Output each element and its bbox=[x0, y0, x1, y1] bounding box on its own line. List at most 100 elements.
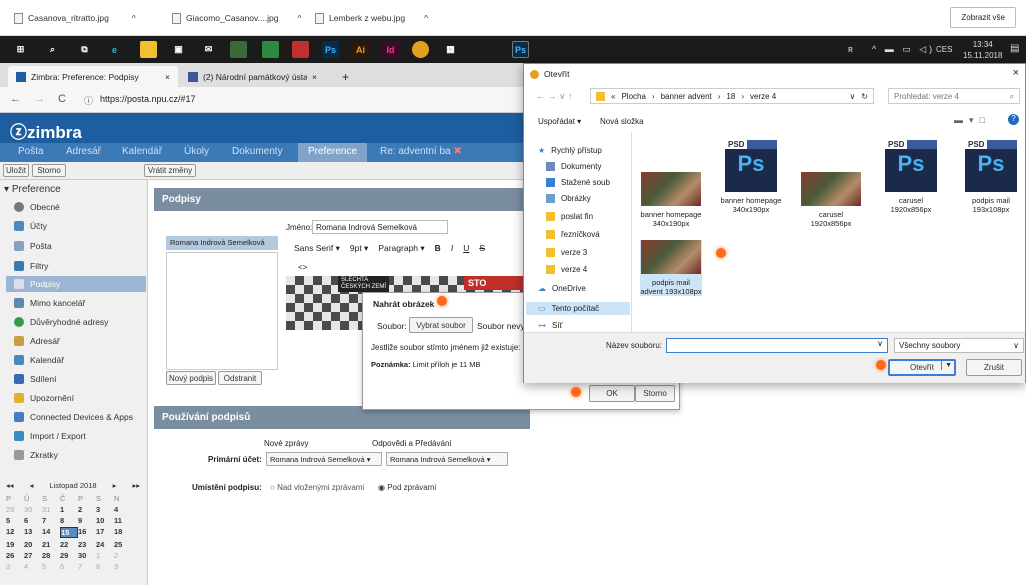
calendar-day[interactable]: 3 bbox=[96, 505, 114, 514]
calendar-day[interactable]: 12 bbox=[6, 527, 24, 538]
sidebar-item-trusted-addresses[interactable]: Důvěryhodné adresy bbox=[14, 315, 108, 329]
nav-folder[interactable]: verze 4 bbox=[546, 265, 587, 274]
calendar-day[interactable]: 1 bbox=[60, 505, 78, 514]
radio-above[interactable]: ○ Nad vloženými zprávami bbox=[270, 483, 364, 492]
underline-icon[interactable]: U bbox=[463, 243, 469, 254]
revert-button[interactable]: Vrátit změny bbox=[144, 164, 196, 177]
dropdown-arrow-icon[interactable]: ▼ bbox=[941, 361, 955, 370]
nav-documents[interactable]: Dokumenty bbox=[546, 162, 601, 171]
calendar-day[interactable]: 29 bbox=[60, 551, 78, 560]
reload-icon[interactable]: C bbox=[58, 93, 66, 105]
tab-preferences[interactable]: Preference bbox=[298, 143, 367, 162]
indesign-icon[interactable]: Id bbox=[382, 41, 399, 58]
calendar-day[interactable]: 31 bbox=[42, 505, 60, 514]
sidebar-item-out-of-office[interactable]: Mimo kancelář bbox=[14, 296, 85, 310]
tab-facebook[interactable]: (2) Národní památkový ústav - H × bbox=[180, 66, 330, 87]
breadcrumb-item[interactable]: verze 4 bbox=[750, 92, 776, 101]
forward-icon[interactable]: → bbox=[34, 93, 45, 105]
sidebar-item-contacts[interactable]: Adresář bbox=[14, 334, 60, 348]
filename-input[interactable]: ∨ bbox=[666, 338, 888, 353]
nav-network[interactable]: ⊶ Síť bbox=[538, 321, 563, 330]
bold-icon[interactable]: B bbox=[435, 243, 441, 254]
folder-icon[interactable] bbox=[140, 41, 157, 58]
tab-calendar[interactable]: Kalendář bbox=[122, 146, 162, 157]
nav-downloads[interactable]: Stažené soub bbox=[546, 178, 610, 187]
nav-pictures[interactable]: Obrázky bbox=[546, 194, 591, 203]
close-icon[interactable]: ✖ bbox=[453, 146, 461, 157]
cancel-button[interactable]: Storno bbox=[635, 385, 675, 402]
new-folder-button[interactable]: Nová složka bbox=[600, 117, 644, 126]
new-tab-icon[interactable]: + bbox=[334, 66, 357, 87]
search-icon[interactable]: ⌕ bbox=[44, 41, 61, 58]
clock[interactable]: 13:34 15.11.2018 bbox=[963, 39, 1002, 61]
calendar-day[interactable]: 18 bbox=[114, 527, 132, 538]
tab-mail[interactable]: Pošta bbox=[18, 146, 44, 157]
task-view-icon[interactable]: ⧉ bbox=[76, 41, 93, 58]
chevron-down-icon[interactable]: ∨ bbox=[849, 92, 855, 101]
calendar-day[interactable]: 16 bbox=[78, 527, 96, 538]
info-icon[interactable]: ⓘ bbox=[84, 94, 93, 107]
calendar-day[interactable]: 15 bbox=[60, 527, 78, 538]
calendar-day[interactable]: 5 bbox=[6, 516, 24, 525]
download-item[interactable]: Casanova_ritratto.jpg ^ bbox=[14, 8, 136, 28]
show-all-downloads-button[interactable]: Zobrazit vše bbox=[950, 7, 1016, 28]
reply-signature-select[interactable]: Romana Indrová Semelková ▾ bbox=[386, 452, 508, 466]
url-field[interactable]: https://posta.npu.cz/#17 bbox=[100, 94, 196, 104]
illustrator-icon[interactable]: Ai bbox=[352, 41, 369, 58]
calendar-day[interactable]: 9 bbox=[114, 562, 132, 571]
calendar-day[interactable]: 25 bbox=[114, 540, 132, 549]
sidebar-item-connected-devices[interactable]: Connected Devices & Apps bbox=[14, 410, 133, 424]
file-item[interactable]: podpis mail advent 193x108px bbox=[640, 240, 702, 296]
sidebar-item-import-export[interactable]: Import / Export bbox=[14, 429, 86, 443]
new-signature-button[interactable]: Nový podpis bbox=[166, 371, 216, 385]
delete-signature-button[interactable]: Odstranit bbox=[218, 371, 262, 385]
calendar-day[interactable]: 22 bbox=[60, 540, 78, 549]
filetype-select[interactable]: Všechny soubory ∨ bbox=[894, 338, 1024, 353]
calendar-day[interactable]: 30 bbox=[78, 551, 96, 560]
signature-name-input[interactable]: Romana Indrová Semelková bbox=[312, 220, 448, 234]
calendar-day[interactable]: 8 bbox=[96, 562, 114, 571]
calendar-day[interactable]: 27 bbox=[24, 551, 42, 560]
radio-below[interactable]: ◉ Pod zprávami bbox=[378, 483, 436, 492]
close-icon[interactable]: × bbox=[312, 72, 317, 82]
mail-icon[interactable]: ✉ bbox=[200, 41, 217, 58]
font-select[interactable]: Sans Serif ▾ bbox=[294, 243, 340, 254]
calendar-day[interactable]: 29 bbox=[6, 505, 24, 514]
open-button[interactable]: Otevřít ▼ bbox=[888, 359, 956, 376]
file-item[interactable]: PSD Ps podpis mail 193x108px bbox=[960, 140, 1022, 214]
file-item[interactable]: carusel 1920x856px bbox=[800, 172, 862, 228]
calendar-day[interactable]: 14 bbox=[42, 527, 60, 538]
notifications-icon[interactable]: ▤ bbox=[1010, 43, 1019, 54]
strikethrough-icon[interactable]: S bbox=[479, 243, 485, 254]
tab-draft[interactable]: Re: adventní ba ✖ bbox=[380, 146, 462, 157]
calendar-day[interactable]: 26 bbox=[6, 551, 24, 560]
file-item[interactable]: banner homepage 340x190px bbox=[640, 172, 702, 228]
calendar-day[interactable]: 5 bbox=[42, 562, 60, 571]
calendar-day[interactable]: 28 bbox=[42, 551, 60, 560]
close-icon[interactable]: × bbox=[1013, 67, 1019, 79]
calendar-day[interactable]: 9 bbox=[78, 516, 96, 525]
windows-start-icon[interactable]: ⊞ bbox=[12, 41, 29, 58]
nav-folder[interactable]: verze 3 bbox=[546, 248, 587, 257]
ok-button[interactable]: OK bbox=[589, 385, 635, 402]
view-icons[interactable]: ▬▾□ bbox=[954, 115, 991, 126]
photoshop-icon[interactable]: Ps bbox=[512, 41, 529, 58]
download-item[interactable]: Lemberk z webu.jpg ^ bbox=[315, 8, 428, 28]
calendar-day[interactable]: 11 bbox=[114, 516, 132, 525]
sidebar-item-filters[interactable]: Filtry bbox=[14, 259, 48, 273]
refresh-icon[interactable]: ↻ bbox=[861, 92, 868, 101]
breadcrumb-item[interactable]: 18 bbox=[726, 92, 735, 101]
format-select[interactable]: Paragraph ▾ bbox=[378, 243, 424, 254]
chevron-up-icon[interactable]: ^ bbox=[424, 13, 428, 23]
calculator-icon[interactable]: ▦ bbox=[442, 41, 459, 58]
nav-onedrive[interactable]: ☁ OneDrive bbox=[538, 284, 586, 293]
calendar-day[interactable]: 2 bbox=[78, 505, 96, 514]
choose-file-button[interactable]: Vybrat soubor bbox=[409, 317, 473, 333]
source-code-icon[interactable]: <> bbox=[298, 263, 307, 272]
cancel-button[interactable]: Zrušit bbox=[966, 359, 1022, 376]
path-breadcrumb[interactable]: « Plocha › banner advent › 18 › verze 4 ∨ ↻ bbox=[590, 88, 874, 104]
size-select[interactable]: 9pt ▾ bbox=[350, 243, 368, 254]
organize-menu[interactable]: Uspořádat ▾ bbox=[538, 117, 581, 126]
edge-icon[interactable]: e bbox=[106, 41, 123, 58]
breadcrumb-item[interactable]: banner advent bbox=[661, 92, 712, 101]
